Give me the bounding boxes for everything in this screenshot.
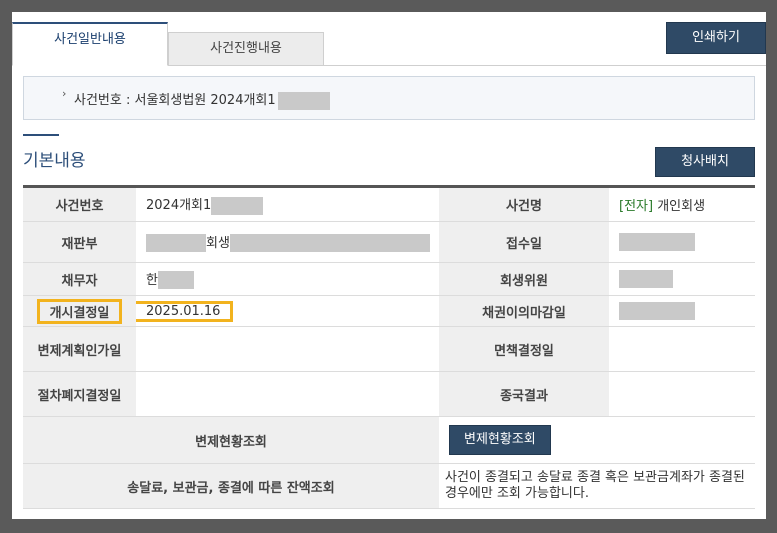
cell-start-value: 2025.01.16: [136, 295, 439, 327]
table-row: 변제현황조회 변제현황조회: [23, 416, 755, 464]
cell-balance-label: 송달료, 보관금, 종결에 따른 잔액조회: [23, 463, 439, 509]
cell-received-label: 접수일: [439, 221, 609, 263]
section-header: 기본내용: [23, 134, 86, 171]
table-row: 채무자 한 회생위원: [23, 262, 755, 296]
case-detail-panel: 사건일반내용 사건진행내용 인쇄하기 › 사건번호 : 서울회생법원 2024개…: [12, 12, 766, 519]
cell-court-value: 회생: [136, 221, 439, 263]
cell-case-name-value: [전자] 개인회생: [609, 186, 755, 222]
cell-case-name-label: 사건명: [439, 186, 609, 222]
section-title: 기본내용: [23, 151, 86, 171]
cell-claim-deadline-value: [609, 295, 755, 327]
table-row: 송달료, 보관금, 종결에 따른 잔액조회 사건이 종결되고 송달료 종결 혹은…: [23, 463, 755, 509]
repayment-inquiry-button[interactable]: 변제현황조회: [449, 425, 551, 455]
cell-trustee-value: [609, 262, 755, 296]
cell-start-label: 개시결정일: [23, 295, 136, 327]
cell-repay-label: 변제현황조회: [23, 416, 439, 464]
cell-final-result-value: [609, 371, 755, 417]
chevron-right-icon: ›: [62, 87, 67, 100]
cell-case-no-value: 2024개회1: [136, 186, 439, 222]
cell-discharge-label: 면책결정일: [439, 326, 609, 372]
cell-plan-approval-label: 변제계획인가일: [23, 326, 136, 372]
cell-debtor-label: 채무자: [23, 262, 136, 296]
cell-plan-approval-value: [136, 326, 439, 372]
cell-claim-deadline-label: 채권이의마감일: [439, 295, 609, 327]
cell-balance-value: 사건이 종결되고 송달료 종결 혹은 보관금계좌가 종결된 경우에만 조회 가능…: [439, 463, 755, 509]
table-row: 사건번호 2024개회1 사건명 [전자] 개인회생: [23, 186, 755, 222]
print-button[interactable]: 인쇄하기: [666, 22, 766, 54]
cell-final-result-label: 종국결과: [439, 371, 609, 417]
table-row: 변제계획인가일 면책결정일: [23, 326, 755, 372]
table-row: 개시결정일 2025.01.16 채권이의마감일: [23, 295, 755, 327]
cell-received-value: [609, 221, 755, 263]
cell-court-label: 재판부: [23, 221, 136, 263]
cell-discharge-value: [609, 326, 755, 372]
cell-trustee-label: 회생위원: [439, 262, 609, 296]
case-number-label: 사건번호 : 서울회생법원 2024개회1: [74, 89, 330, 110]
cell-abolish-label: 절차폐지결정일: [23, 371, 136, 417]
cell-case-no-label: 사건번호: [23, 186, 136, 222]
cell-debtor-value: 한: [136, 262, 439, 296]
cell-repay-value: 변제현황조회: [439, 416, 755, 464]
courtroom-location-button[interactable]: 청사배치: [655, 147, 755, 177]
highlight-box: 개시결정일: [36, 298, 123, 324]
tab-bar: 사건일반내용 사건진행내용: [12, 22, 766, 66]
case-info-table: 사건번호 2024개회1 사건명 [전자] 개인회생 재판부 회생 접수일 채무…: [23, 185, 755, 509]
table-row: 재판부 회생 접수일: [23, 221, 755, 263]
cell-abolish-value: [136, 371, 439, 417]
table-row: 절차폐지결정일 종국결과: [23, 371, 755, 417]
tab-general[interactable]: 사건일반내용: [12, 22, 168, 66]
highlight-box: 2025.01.16: [136, 300, 234, 322]
case-number-box: › 사건번호 : 서울회생법원 2024개회1: [23, 76, 755, 120]
tab-progress[interactable]: 사건진행내용: [168, 32, 324, 66]
